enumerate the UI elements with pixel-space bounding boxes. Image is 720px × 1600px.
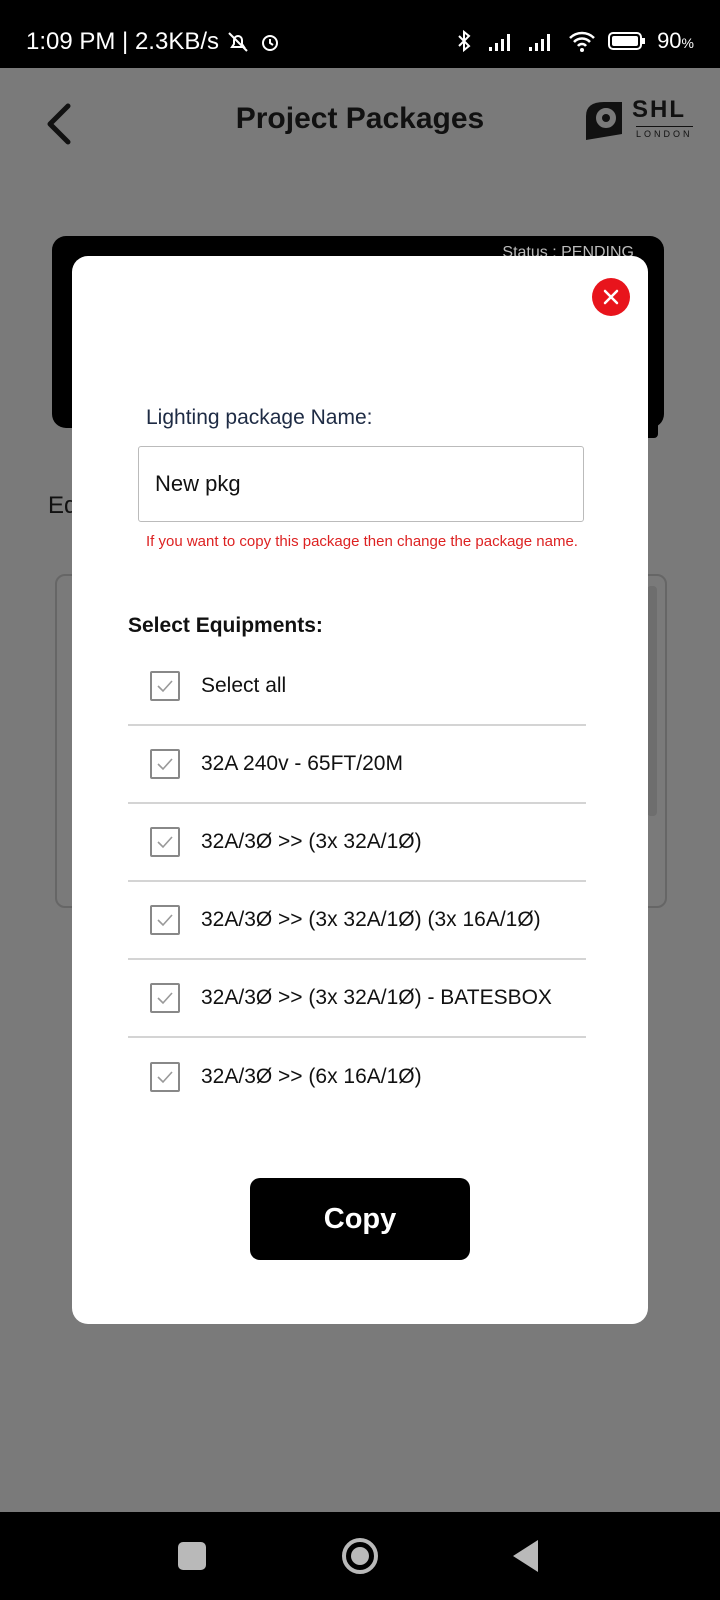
equipment-row[interactable]: 32A/3Ø >> (6x 16A/1Ø) (128, 1038, 586, 1116)
package-name-input[interactable] (138, 446, 584, 522)
copy-package-dialog: Lighting package Name: If you want to co… (72, 256, 648, 1324)
close-icon (603, 289, 619, 305)
recent-apps-button[interactable] (178, 1542, 206, 1570)
equipment-label: 32A/3Ø >> (3x 32A/1Ø) (201, 830, 422, 853)
wifi-icon (569, 31, 595, 52)
package-name-label: Lighting package Name: (146, 406, 373, 429)
equipment-label: 32A 240v - 65FT/20M (201, 752, 403, 775)
equipment-checkbox[interactable] (150, 1062, 180, 1092)
select-equipments-title: Select Equipments: (128, 614, 323, 637)
equipment-label: 32A/3Ø >> (3x 32A/1Ø) (3x 16A/1Ø) (201, 908, 541, 931)
status-bar: 1:09 PM | 2.3KB/s 90% (0, 0, 720, 68)
home-button-icon[interactable] (340, 1536, 380, 1576)
status-bar-right: 90% (451, 28, 694, 54)
logo-subtext: LONDON (636, 126, 693, 139)
equipment-label: Select all (201, 674, 287, 697)
logo-text: SHL (632, 96, 686, 123)
package-name-hint: If you want to copy this package then ch… (146, 533, 578, 550)
alarm-icon (262, 35, 278, 51)
equipment-checkbox[interactable] (150, 905, 180, 935)
equipment-list: Select all 32A 240v - 65FT/20M 32A/3Ø >>… (128, 648, 586, 1116)
check-icon (157, 758, 173, 771)
select-all-checkbox[interactable] (150, 671, 180, 701)
mute-bell-icon (228, 32, 248, 52)
equipment-checkbox[interactable] (150, 983, 180, 1013)
close-button[interactable] (592, 278, 630, 316)
equipment-panel-scrollbar (647, 586, 657, 816)
copy-button[interactable]: Copy (250, 1178, 470, 1260)
status-bar-left: 1:09 PM | 2.3KB/s (26, 28, 283, 56)
check-icon (157, 1071, 173, 1084)
speaker-logo-icon (586, 102, 622, 140)
equipment-checkbox[interactable] (150, 749, 180, 779)
equipment-label: 32A/3Ø >> (6x 16A/1Ø) (201, 1065, 422, 1088)
bluetooth-icon (458, 29, 471, 53)
check-icon (157, 836, 173, 849)
check-icon (157, 914, 173, 927)
app-header: Project Packages SHL LONDON (0, 68, 720, 178)
shl-logo: SHL LONDON (580, 94, 693, 148)
equipment-row[interactable]: 32A/3Ø >> (3x 32A/1Ø) - BATESBOX (128, 960, 586, 1038)
battery-unit: % (681, 35, 694, 51)
battery-icon (608, 32, 646, 50)
status-time-speed: 1:09 PM | 2.3KB/s (26, 28, 219, 55)
signal-icon (489, 34, 511, 51)
navigation-bar (0, 1512, 720, 1600)
equipment-row[interactable]: 32A 240v - 65FT/20M (128, 726, 586, 804)
equipment-row[interactable]: 32A/3Ø >> (3x 32A/1Ø) (128, 804, 586, 882)
nav-back-icon[interactable] (510, 1538, 540, 1574)
battery-level: 90% (657, 28, 694, 54)
equipment-label: 32A/3Ø >> (3x 32A/1Ø) - BATESBOX (201, 986, 552, 1009)
select-all-row[interactable]: Select all (128, 648, 586, 726)
check-icon (157, 680, 173, 693)
signal-icon-2 (529, 34, 551, 51)
equipment-row[interactable]: 32A/3Ø >> (3x 32A/1Ø) (3x 16A/1Ø) (128, 882, 586, 960)
battery-value: 90 (657, 28, 682, 53)
check-icon (157, 992, 173, 1005)
equipment-checkbox[interactable] (150, 827, 180, 857)
